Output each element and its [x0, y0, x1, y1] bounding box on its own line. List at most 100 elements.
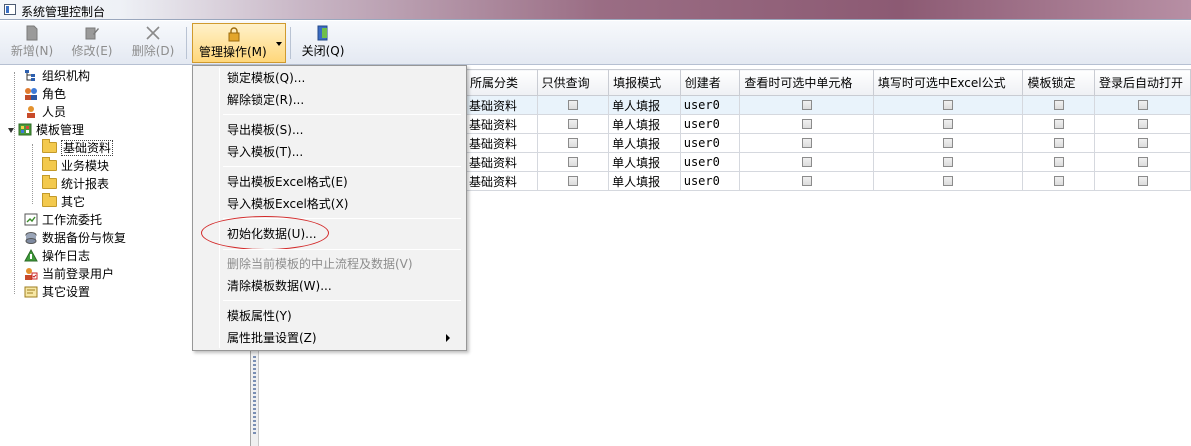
column-header[interactable]: 模板锁定 — [1022, 69, 1096, 96]
checkbox[interactable] — [801, 119, 812, 129]
checkbox[interactable] — [1137, 138, 1148, 148]
menu-item-batch-property-settings[interactable]: 属性批量设置(Z) — [227, 327, 459, 349]
checkbox[interactable] — [567, 119, 578, 129]
window-title-bar: 系统管理控制台 — [0, 0, 1191, 20]
checkbox[interactable] — [1137, 157, 1148, 167]
new-button[interactable]: 新增(N) — [8, 23, 56, 63]
column-header[interactable]: 查看时可选中单元格 — [739, 69, 874, 96]
delete-button[interactable]: 删除(D) — [128, 23, 178, 63]
manage-operations-button[interactable]: 管理操作(M) — [192, 23, 286, 63]
table-row[interactable]: 基础资料 单人填报 user0 — [465, 133, 1191, 153]
settings-icon — [24, 286, 38, 298]
table-row[interactable]: 基础资料 单人填报 user0 — [465, 114, 1191, 134]
checkbox[interactable] — [1053, 100, 1064, 110]
checkbox[interactable] — [801, 138, 812, 148]
toolbar-separator — [186, 27, 187, 59]
menu-item-lock-template[interactable]: 锁定模板(Q)... — [227, 67, 305, 89]
folder-icon — [42, 193, 57, 207]
menu-item-clear-template-data[interactable]: 清除模板数据(W)... — [227, 275, 332, 297]
checkbox[interactable] — [943, 157, 954, 167]
checkbox[interactable] — [943, 100, 954, 110]
column-header[interactable]: 填写时可选中Excel公式 — [872, 69, 1024, 96]
checkbox[interactable] — [1053, 119, 1064, 129]
role-icon — [25, 88, 37, 100]
menu-item-import-excel[interactable]: 导入模板Excel格式(X) — [227, 193, 348, 215]
tree-connector — [14, 72, 15, 294]
checkbox[interactable] — [801, 157, 812, 167]
person-icon — [27, 106, 35, 118]
tree-item-statistics-report[interactable]: 统计报表 — [42, 175, 109, 193]
splitter-grip[interactable] — [253, 356, 256, 436]
creator-cell: user0 — [679, 95, 741, 115]
column-header[interactable]: 登录后自动打开 — [1094, 69, 1191, 96]
checkbox[interactable] — [1137, 176, 1148, 186]
query-only-cell — [536, 95, 610, 115]
tree-item-workflow-delegation[interactable]: 工作流委托 — [24, 211, 102, 229]
close-button-label: 关闭(Q) — [301, 44, 345, 58]
checkbox[interactable] — [943, 138, 954, 148]
menu-item-export-template[interactable]: 导出模板(S)... — [227, 119, 303, 141]
chevron-right-icon — [446, 334, 450, 342]
menu-item-import-template[interactable]: 导入模板(T)... — [227, 141, 303, 163]
tree-item-person[interactable]: 人员 — [24, 103, 66, 121]
table-row[interactable]: 基础资料 单人填报 user0 — [465, 171, 1191, 191]
tree-item-business-module[interactable]: 业务模块 — [42, 157, 109, 175]
tree-item-current-users[interactable]: 当前登录用户 — [24, 265, 114, 283]
manage-operations-menu: 锁定模板(Q)... 解除锁定(R)... 导出模板(S)... 导入模板(T)… — [192, 65, 467, 351]
new-button-label: 新增(N) — [10, 44, 54, 58]
tree-item-other-settings[interactable]: 其它设置 — [24, 283, 90, 301]
menu-item-export-excel[interactable]: 导出模板Excel格式(E) — [227, 171, 348, 193]
checkbox[interactable] — [943, 176, 954, 186]
chevron-down-icon — [8, 128, 14, 133]
checkbox[interactable] — [801, 176, 812, 186]
tree-item-org[interactable]: 组织机构 — [24, 67, 90, 85]
menu-gutter — [219, 68, 220, 348]
menu-item-template-properties[interactable]: 模板属性(Y) — [227, 305, 292, 327]
table-header-row: 所属分类 只供查询 填报模式 创建者 查看时可选中单元格 填写时可选中Excel… — [465, 69, 1191, 96]
mode-cell: 单人填报 — [608, 133, 681, 153]
menu-item-delete-aborted-flows[interactable]: 删除当前模板的中止流程及数据(V) — [227, 253, 413, 275]
checkbox[interactable] — [567, 138, 578, 148]
checkbox[interactable] — [1137, 100, 1148, 110]
checkbox[interactable] — [1137, 119, 1148, 129]
column-header[interactable]: 创建者 — [679, 69, 741, 96]
workflow-icon — [24, 213, 38, 226]
table-row[interactable]: 基础资料 单人填报 user0 — [465, 95, 1191, 115]
lock-icon — [228, 27, 240, 42]
checkbox[interactable] — [567, 157, 578, 167]
checkbox[interactable] — [801, 100, 812, 110]
folder-icon — [42, 175, 57, 189]
menu-separator — [223, 114, 461, 115]
column-header[interactable]: 填报模式 — [608, 69, 681, 96]
mode-cell: 单人填报 — [608, 114, 681, 134]
column-header[interactable]: 只供查询 — [536, 69, 610, 96]
tree-item-other[interactable]: 其它 — [42, 193, 85, 211]
checkbox[interactable] — [1053, 157, 1064, 167]
close-button[interactable]: 关闭(Q) — [298, 23, 348, 63]
chevron-down-icon — [276, 42, 282, 46]
tree-item-template-management[interactable]: 模板管理 — [8, 121, 84, 139]
delete-x-icon — [146, 26, 160, 40]
app-icon — [4, 4, 16, 15]
folder-icon — [42, 139, 57, 153]
checkbox[interactable] — [567, 100, 578, 110]
tree-item-operation-log[interactable]: 操作日志 — [24, 247, 90, 265]
tree-item-backup-restore[interactable]: 数据备份与恢复 — [24, 229, 126, 247]
column-header[interactable]: 所属分类 — [465, 69, 538, 96]
edit-button[interactable]: 修改(E) — [68, 23, 116, 63]
window-title: 系统管理控制台 — [21, 5, 106, 19]
folder-icon — [42, 157, 57, 171]
category-cell: 基础资料 — [465, 171, 538, 191]
menu-item-unlock-template[interactable]: 解除锁定(R)... — [227, 89, 304, 111]
menu-separator — [223, 300, 461, 301]
tree-item-role[interactable]: 角色 — [24, 85, 66, 103]
checkbox[interactable] — [943, 119, 954, 129]
toolbar: 新增(N) 修改(E) 删除(D) 管理操作(M) 关闭(Q) — [0, 21, 1191, 65]
checkbox[interactable] — [1053, 176, 1064, 186]
checkbox[interactable] — [567, 176, 578, 186]
checkbox[interactable] — [1053, 138, 1064, 148]
tree-item-basic-data[interactable]: 基础资料 — [42, 139, 114, 157]
table-row[interactable]: 基础资料 单人填报 user0 — [465, 152, 1191, 172]
category-cell: 基础资料 — [465, 114, 538, 134]
template-icon — [18, 123, 32, 136]
